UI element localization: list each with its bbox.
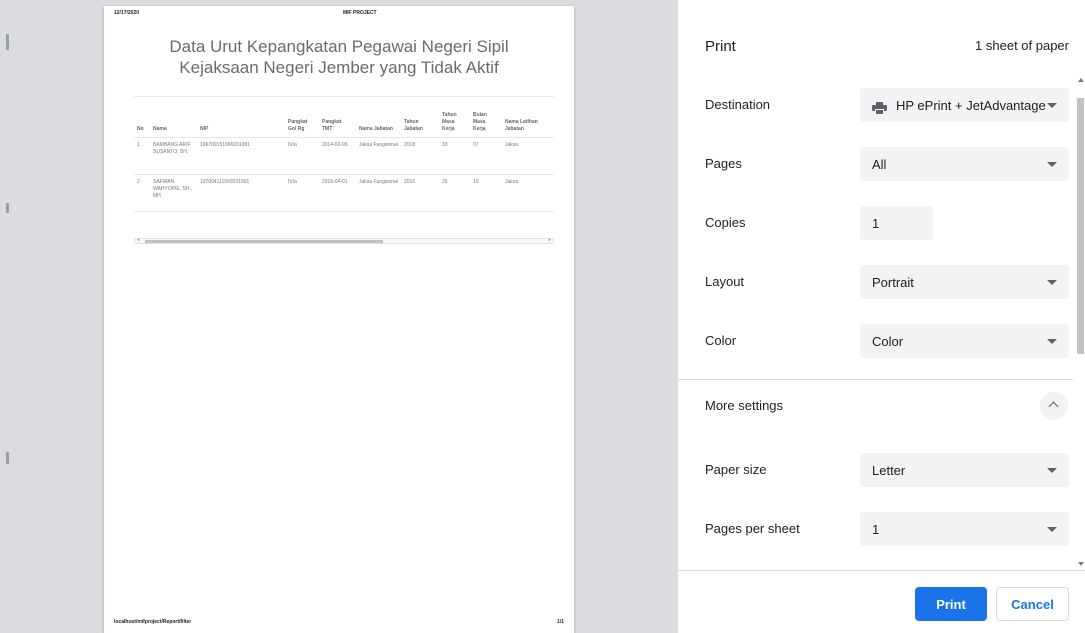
background-page-edge (6, 34, 9, 50)
table-cell: SAFWAN WAHYOPIE, SH., MH. (150, 174, 197, 212)
table-header-row: No Nama NIP Pangkat Gol Rg Pangkat TMT N… (134, 96, 554, 138)
document-title-line: Kejaksaan Negeri Jember yang Tidak Aktif (179, 58, 499, 77)
print-button[interactable]: Print (915, 587, 987, 621)
color-value: Color (872, 334, 904, 349)
page-footer-url: localhost/mifproject/Report/filter (114, 619, 192, 625)
color-label: Color (705, 333, 737, 348)
preview-page: 12/17/2020 MIF PROJECT Data Urut Kepangk… (104, 6, 574, 633)
column-header: Pangkat TMT (319, 96, 356, 138)
column-header: Nama Jabatan (356, 96, 401, 138)
pages-row: Pages All (678, 135, 1073, 194)
table-cell: Jaksa Fungsional (356, 174, 401, 212)
chevron-up-icon (1048, 401, 1059, 412)
copies-input[interactable] (860, 206, 933, 240)
color-row: Color Color (678, 312, 1073, 371)
table-cell: Jaksa (502, 174, 554, 212)
table-cell: 26 (439, 174, 470, 212)
table-horizontal-scrollbar: ◂ ▸ (134, 237, 554, 244)
page-footer-page-number: 1/1 (557, 619, 564, 625)
dropdown-arrow-icon (1047, 527, 1057, 532)
pages-select[interactable]: All (860, 147, 1069, 181)
page-header-date: 12/17/2020 (114, 10, 140, 16)
layout-label: Layout (705, 274, 745, 289)
pages-label: Pages (705, 156, 742, 171)
paper-size-value: Letter (872, 463, 906, 478)
pages-per-sheet-label: Pages per sheet (705, 521, 800, 536)
destination-row: Destination HP ePrint + JetAdvantage (678, 76, 1073, 135)
pages-value: All (872, 157, 887, 172)
document-title-line: Data Urut Kepangkatan Pegawai Negeri Sip… (169, 37, 509, 56)
table-cell: 2 (134, 174, 150, 212)
settings-list: Destination HP ePrint + JetAdvantage Pag… (678, 74, 1085, 570)
print-settings-panel: Print 1 sheet of paper Destination HP eP… (678, 0, 1085, 633)
column-header: Bulan Masa Kerja (470, 96, 502, 138)
table-cell: 2018 (401, 137, 439, 175)
table-cell: Jaksa (502, 137, 554, 175)
scroll-down-arrow-icon[interactable] (1078, 562, 1084, 566)
print-preview-area: 12/17/2020 MIF PROJECT Data Urut Kepangk… (0, 0, 678, 633)
pages-per-sheet-select[interactable]: 1 (860, 512, 1069, 546)
settings-scrollbar[interactable] (1076, 74, 1085, 570)
color-select[interactable]: Color (860, 324, 1069, 358)
column-header: Tahun Masa Kerja (439, 96, 470, 138)
dropdown-arrow-icon (1047, 103, 1057, 108)
paper-size-select[interactable]: Letter (860, 453, 1069, 487)
scroll-right-arrow-icon: ▸ (548, 237, 551, 243)
column-header: No (134, 96, 150, 138)
layout-row: Layout Portrait (678, 253, 1073, 312)
copies-row: Copies (678, 194, 1073, 253)
cancel-button[interactable]: Cancel (996, 587, 1069, 621)
background-page-edge (6, 452, 9, 464)
more-settings-label: More settings (705, 398, 784, 413)
destination-value: HP ePrint + JetAdvantage (896, 98, 1046, 113)
dropdown-arrow-icon (1047, 339, 1057, 344)
table-cell: 10 (470, 174, 502, 212)
footer-divider (678, 570, 1085, 571)
table-cell: 196709151996031001 (197, 137, 285, 175)
column-header: Nama Latihan Jabatan (502, 96, 554, 138)
column-header: Nama (150, 96, 197, 138)
table-cell: 33 (439, 137, 470, 175)
layout-select[interactable]: Portrait (860, 265, 1069, 299)
destination-select[interactable]: HP ePrint + JetAdvantage (860, 88, 1069, 122)
dropdown-arrow-icon (1047, 280, 1057, 285)
column-header: Tahun Jabatan (401, 96, 439, 138)
table-cell: 2016 (401, 174, 439, 212)
table-cell: 07 (470, 137, 502, 175)
background-page-edge (6, 203, 9, 213)
table-cell: Jaksa Fungsional (356, 137, 401, 175)
column-header: NIP (197, 96, 285, 138)
paper-size-label: Paper size (705, 462, 767, 477)
table-cell: 1 (134, 137, 150, 175)
table-row: 2 SAFWAN WAHYOPIE, SH., MH. 197004111993… (134, 174, 554, 212)
table-cell: IV/a (285, 174, 319, 212)
table-cell: BAMBANG ARIF SUSANTO, SH. (150, 137, 197, 175)
column-header: Pangkat Gol Rg (285, 96, 319, 138)
scroll-left-arrow-icon: ◂ (137, 237, 140, 243)
dropdown-arrow-icon (1047, 468, 1057, 473)
table-cell: 197004111993031001 (197, 174, 285, 212)
table-cell: 2016-04-01 (319, 174, 356, 212)
printer-icon (872, 102, 887, 115)
document-title: Data Urut Kepangkatan Pegawai Negeri Sip… (104, 36, 574, 78)
copies-label: Copies (705, 215, 746, 230)
settings-scrollbar-thumb[interactable] (1077, 98, 1084, 354)
pages-per-sheet-value: 1 (872, 522, 880, 537)
table-cell: 2014-02-03 (319, 137, 356, 175)
scroll-up-arrow-icon[interactable] (1078, 78, 1084, 82)
sheet-count: 1 sheet of paper (975, 38, 1069, 53)
paper-size-row: Paper size Letter (678, 441, 1073, 500)
more-settings-toggle[interactable] (1040, 392, 1068, 420)
destination-label: Destination (705, 97, 771, 112)
pages-per-sheet-row: Pages per sheet 1 (678, 500, 1073, 559)
more-settings-row[interactable]: More settings (678, 377, 1073, 436)
dropdown-arrow-icon (1047, 162, 1057, 167)
layout-value: Portrait (872, 275, 914, 290)
panel-title: Print (705, 38, 736, 55)
table-cell: IV/a (285, 137, 319, 175)
report-table: No Nama NIP Pangkat Gol Rg Pangkat TMT N… (134, 96, 554, 212)
table-scrollbar-thumb (145, 240, 383, 243)
table-row: 1 BAMBANG ARIF SUSANTO, SH. 196709151996… (134, 137, 554, 175)
page-header-project: MIF PROJECT (343, 10, 377, 16)
